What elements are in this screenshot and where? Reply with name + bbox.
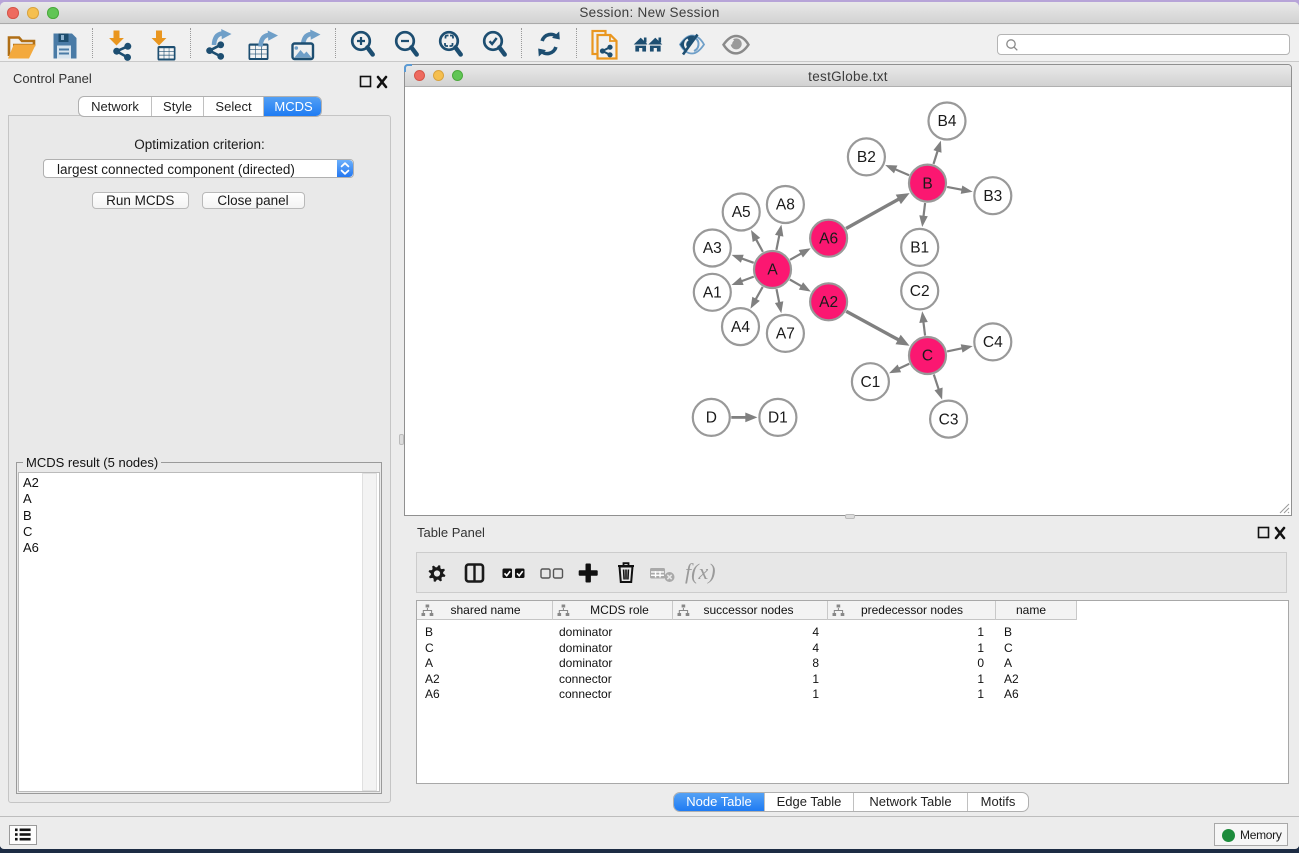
svg-text:B2: B2 xyxy=(857,149,876,166)
svg-text:A8: A8 xyxy=(776,197,795,214)
svg-text:D: D xyxy=(706,410,717,427)
svg-text:C1: C1 xyxy=(860,374,880,391)
svg-text:A3: A3 xyxy=(703,240,722,257)
svg-text:A7: A7 xyxy=(776,326,795,343)
svg-text:A1: A1 xyxy=(703,285,722,302)
svg-text:A: A xyxy=(767,262,778,279)
svg-text:C4: C4 xyxy=(983,334,1003,351)
svg-text:C3: C3 xyxy=(939,411,959,428)
svg-text:A6: A6 xyxy=(819,230,838,247)
svg-text:C: C xyxy=(922,348,933,365)
svg-text:B1: B1 xyxy=(910,240,929,257)
svg-text:D1: D1 xyxy=(768,410,788,427)
svg-text:B3: B3 xyxy=(983,188,1002,205)
svg-text:B: B xyxy=(922,175,932,192)
svg-text:B4: B4 xyxy=(938,113,957,130)
svg-text:A4: A4 xyxy=(731,319,750,336)
svg-text:A5: A5 xyxy=(732,204,751,221)
svg-text:C2: C2 xyxy=(910,283,930,300)
svg-text:A2: A2 xyxy=(819,294,838,311)
